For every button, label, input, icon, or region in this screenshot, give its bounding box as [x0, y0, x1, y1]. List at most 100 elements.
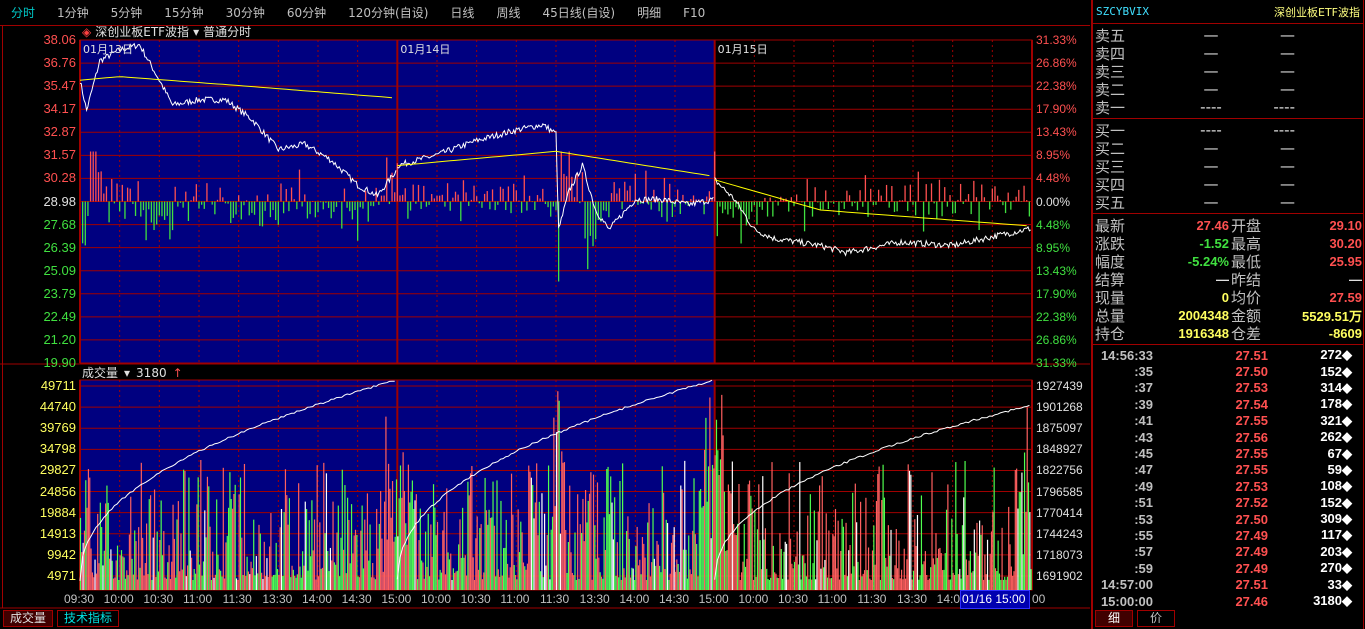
level-volume: — [1280, 175, 1295, 193]
price-tick: 35.47 [43, 78, 76, 94]
volume-header[interactable]: 成交量 ▾ 3180 ↑ [82, 365, 183, 381]
tick-price: 27.56 [1235, 429, 1268, 445]
stat-value: 27.59 [1329, 289, 1362, 305]
cum-volume-tick: 1875097 [1036, 421, 1083, 436]
tick-row: :39 27.54 178◆ [1093, 396, 1363, 412]
time-tick: 10:30 [143, 592, 174, 606]
tick-volume: 67◆ [1327, 445, 1352, 461]
volume-tick: 19884 [39, 504, 76, 520]
cum-volume-tick: 1901268 [1036, 400, 1083, 415]
tick-row: 14:56:33 27.51 272◆ [1093, 347, 1363, 363]
order-book-row: 卖四 — — [1093, 44, 1363, 63]
cum-volume-tick: 1744243 [1036, 526, 1083, 541]
volume-tick: 9942 [47, 546, 76, 562]
time-tick: 14:00 [619, 592, 650, 606]
time-tick: 11:00 [500, 592, 530, 606]
price-tick: 26.39 [43, 239, 76, 255]
tab-indicators[interactable]: 技术指标 [57, 610, 120, 627]
pct-tick: 26.86% [1036, 332, 1077, 347]
tick-row: :59 27.49 270◆ [1093, 560, 1363, 576]
tick-time: :43 [1134, 429, 1153, 445]
pct-tick: 4.48% [1036, 171, 1071, 186]
price-tick: 31.57 [43, 147, 76, 163]
price-tick: 36.76 [43, 55, 76, 71]
time-tick: 10:00 [103, 592, 134, 606]
tick-volume: 117◆ [1321, 527, 1352, 543]
pct-tick: 0.00% [1036, 194, 1071, 209]
chart-title[interactable]: ◈ 深创业板ETF波指 ▾ 普通分时 [82, 24, 252, 40]
stat-value: 29.10 [1329, 217, 1362, 233]
tick-price: 27.51 [1235, 577, 1268, 593]
level-price: — [1203, 26, 1219, 44]
tab-volume[interactable]: 成交量 [3, 610, 54, 627]
volume-tick: 4971 [47, 568, 76, 583]
level-price: — [1203, 80, 1219, 98]
tick-row: :45 27.55 67◆ [1093, 445, 1363, 462]
avg-price-line [714, 179, 1027, 227]
tick-time: :59 [1134, 560, 1153, 576]
cum-volume-tick: 1927439 [1036, 379, 1083, 393]
level-price: — [1203, 193, 1219, 211]
level-price: — [1203, 175, 1219, 193]
tick-row: :41 27.55 321◆ [1093, 413, 1363, 429]
stat-value: 5529.51万 [1302, 308, 1362, 324]
pct-tick: 13.43% [1036, 125, 1077, 140]
tick-price: 27.46 [1235, 593, 1268, 609]
level-volume: — [1280, 26, 1295, 44]
level-label: 卖一 [1095, 98, 1126, 117]
tick-row: 15:00:00 27.46 3180◆ [1093, 593, 1363, 609]
pct-tick: 31.33% [1036, 356, 1077, 370]
ask-book: 卖五 — — 卖四 — — 卖三 — — 卖二 — — 卖一 ---- ---- [1093, 24, 1363, 119]
stat-value: -8609 [1328, 325, 1362, 341]
dropdown-icon[interactable]: ▾ [193, 25, 199, 39]
time-tick: 10:00 [421, 592, 452, 606]
time-tick: 11:30 [857, 592, 887, 606]
tick-price: 27.53 [1235, 380, 1268, 396]
tick-row: :37 27.53 314◆ [1093, 380, 1363, 396]
stat-value: 1916348 [1178, 325, 1229, 341]
day-label: 01月15日 [717, 43, 768, 56]
volume-tick: 49711 [40, 378, 76, 393]
time-tick: 01/16 15:00 [962, 592, 1026, 606]
tab-detail[interactable]: 细 [1095, 610, 1133, 627]
chart-mode: 普通分时 [203, 25, 252, 39]
tick-row: :53 27.50 309◆ [1093, 511, 1363, 527]
level-price: — [1203, 157, 1219, 175]
order-book-row: 买五 — — [1093, 193, 1363, 212]
price-tick: 32.87 [43, 124, 76, 140]
pct-tick: 4.48% [1036, 217, 1071, 232]
tick-time: :53 [1134, 511, 1153, 527]
tick-time: :41 [1134, 413, 1153, 429]
tab-price[interactable]: 价 [1137, 610, 1175, 627]
time-tick: 13:30 [579, 592, 610, 606]
tick-price: 27.53 [1235, 478, 1268, 494]
time-tick: 14:30 [659, 592, 690, 606]
stat-value: — [1216, 271, 1229, 287]
stat-value: -5.24% [1187, 253, 1229, 269]
time-tick: 10:30 [460, 592, 491, 606]
instrument-code: SZCYBVIX [1096, 5, 1149, 18]
stat-row: 结算 — 昨结 — [1093, 270, 1363, 289]
level-volume: — [1280, 44, 1295, 62]
intraday-chart[interactable] [0, 0, 1090, 610]
order-book-row: 买二 — — [1093, 139, 1363, 158]
stat-row: 最新 27.46 开盘 29.10 [1093, 216, 1363, 235]
tick-row: :47 27.55 59◆ [1093, 462, 1363, 478]
cum-volume-tick: 1718073 [1036, 547, 1083, 562]
tick-volume: 203◆ [1320, 543, 1352, 559]
level-volume: — [1280, 62, 1295, 80]
tick-time: :45 [1134, 446, 1153, 462]
tick-row: :49 27.53 108◆ [1093, 478, 1363, 494]
tick-volume: 59◆ [1327, 461, 1352, 477]
volume-tick: 29827 [39, 462, 76, 478]
tick-list[interactable]: 14:56:33 27.51 272◆:35 27.50 152◆:37 27.53 314… [1093, 345, 1363, 609]
tick-time: 14:56:33 [1100, 347, 1153, 363]
time-tick: 11:30 [222, 592, 252, 606]
dropdown-icon[interactable]: ▾ [124, 366, 130, 380]
pct-tick: 17.90% [1036, 286, 1077, 301]
volume-tick: 39769 [39, 420, 76, 436]
bottom-tabs: 成交量 技术指标 [3, 610, 120, 627]
stat-value: 25.95 [1329, 253, 1362, 269]
tick-price: 27.55 [1235, 446, 1268, 462]
tick-price: 27.49 [1235, 544, 1268, 560]
